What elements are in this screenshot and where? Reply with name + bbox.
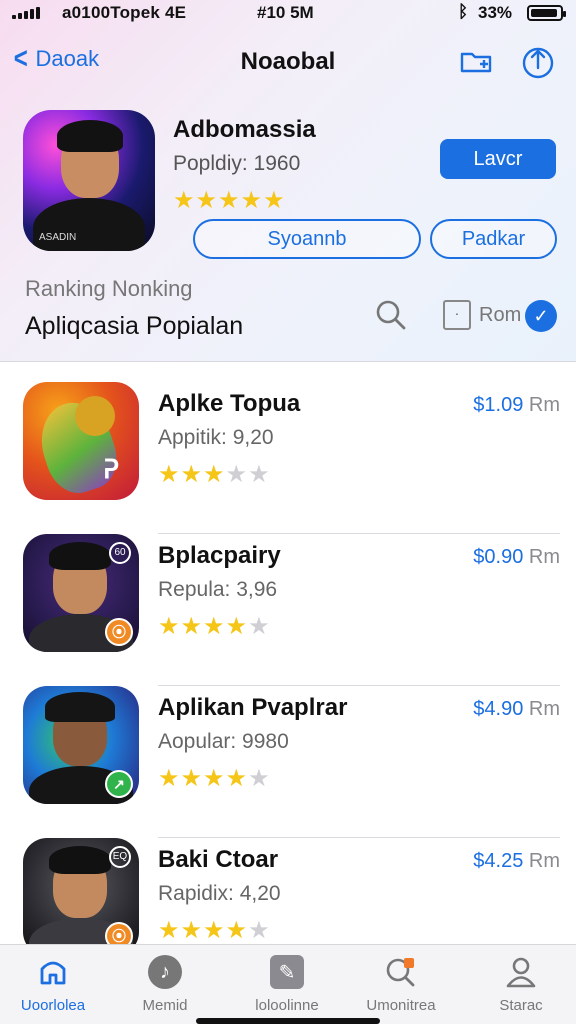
search-icon[interactable] [374,298,408,332]
app-popularity: Rapidix: 4,20 [158,882,281,905]
app-rating-stars: ★★★★★ [158,765,271,792]
tab-bar: Uoorlolea ♪ Memid ✎ loloolinne Umonitrea… [0,944,576,1024]
tab-label: Memid [142,997,188,1014]
section-title: Apliqcasia Popialan [25,312,244,340]
app-popularity: Repula: 3,96 [158,578,278,601]
app-icon: ᕈ [23,382,139,500]
filter-label[interactable]: Rom [479,304,521,327]
app-icon: EQ ⦿ [23,838,139,956]
bluetooth-icon: ᛒ [458,2,469,21]
status-bar: a0100Topek 4E #10 5M ᛒ 33% [0,0,576,28]
tab-label: loloolinne [255,997,319,1014]
featured-get-button[interactable]: Lavcr [440,139,556,179]
featured-save-button[interactable]: Padkar [430,219,557,259]
app-popularity: Aopular: 9980 [158,730,289,753]
tab-search[interactable]: Umonitrea [346,955,456,1014]
app-price-button[interactable]: $4.90 Rm [470,698,560,721]
pen-icon: ✎ [270,955,304,989]
featured-app-name: Adbomassia [173,116,316,143]
home-indicator [196,1018,380,1024]
featured-rating-stars: ★★★★★ [173,187,286,214]
carrier-text: a0100Topek 4E [62,3,187,22]
music-note-icon: ♪ [148,955,182,989]
app-rating-stars: ★★★★★ [158,461,271,488]
section-subtitle: Ranking Nonking [25,276,193,301]
folder-icon[interactable] [458,44,494,80]
tab-label: Starac [499,997,543,1014]
app-name: Aplke Topua [158,390,301,417]
battery-percent: 33% [478,3,513,22]
list-item[interactable]: ↗ Aplikan Pvaplrar Aopular: 9980 ★★★★★ $… [0,686,576,838]
app-badge-icon: ⦿ [105,618,133,646]
tab-edit[interactable]: ✎ loloolinne [232,955,342,1014]
tab-music[interactable]: ♪ Memid [110,955,220,1014]
app-icon: ↗ [23,686,139,804]
featured-app-icon[interactable]: ASADIN [23,110,155,251]
app-badge-icon: ↗ [105,770,133,798]
app-price-button[interactable]: $0.90 Rm [470,546,560,569]
tab-label: Umonitrea [366,997,436,1014]
list-item[interactable]: ᕈ Aplke Topua Appitik: 9,20 ★★★★★ $1.09 … [0,382,576,534]
app-top-badge: 60 [109,542,131,564]
app-top-badge: EQ [109,846,131,868]
app-name: Bplacpairy [158,542,281,569]
featured-icon-tag: ASADIN [39,232,77,243]
battery-icon [527,5,566,21]
signal-icon [12,7,40,19]
share-icon[interactable] [520,44,556,80]
status-time: #10 5M [257,3,314,22]
app-name: Aplikan Pvaplrar [158,694,348,721]
check-icon[interactable]: ✓ [525,300,557,332]
app-popularity: Appitik: 9,20 [158,426,274,449]
tab-profile[interactable]: Starac [466,955,576,1014]
app-price-button[interactable]: $1.09 Rm [470,394,560,417]
tab-home[interactable]: Uoorlolea [0,955,108,1014]
person-icon [504,955,538,989]
app-rating-stars: ★★★★★ [158,917,271,944]
search-icon [384,955,418,989]
app-icon: 60 ⦿ [23,534,139,652]
app-glyph: ᕈ [103,454,119,484]
app-price-button[interactable]: $4.25 Rm [470,850,560,873]
app-name: Baki Ctoar [158,846,279,873]
list-item[interactable]: 60 ⦿ Bplacpairy Repula: 3,96 ★★★★★ $0.90… [0,534,576,686]
home-icon [36,955,70,989]
featured-popularity: Popldiy: 1960 [173,152,301,175]
app-rating-stars: ★★★★★ [158,613,271,640]
filter-icon[interactable]: · [443,300,471,330]
tab-label: Uoorlolea [20,997,86,1014]
featured-secondary-button[interactable]: Syoannb [193,219,421,259]
